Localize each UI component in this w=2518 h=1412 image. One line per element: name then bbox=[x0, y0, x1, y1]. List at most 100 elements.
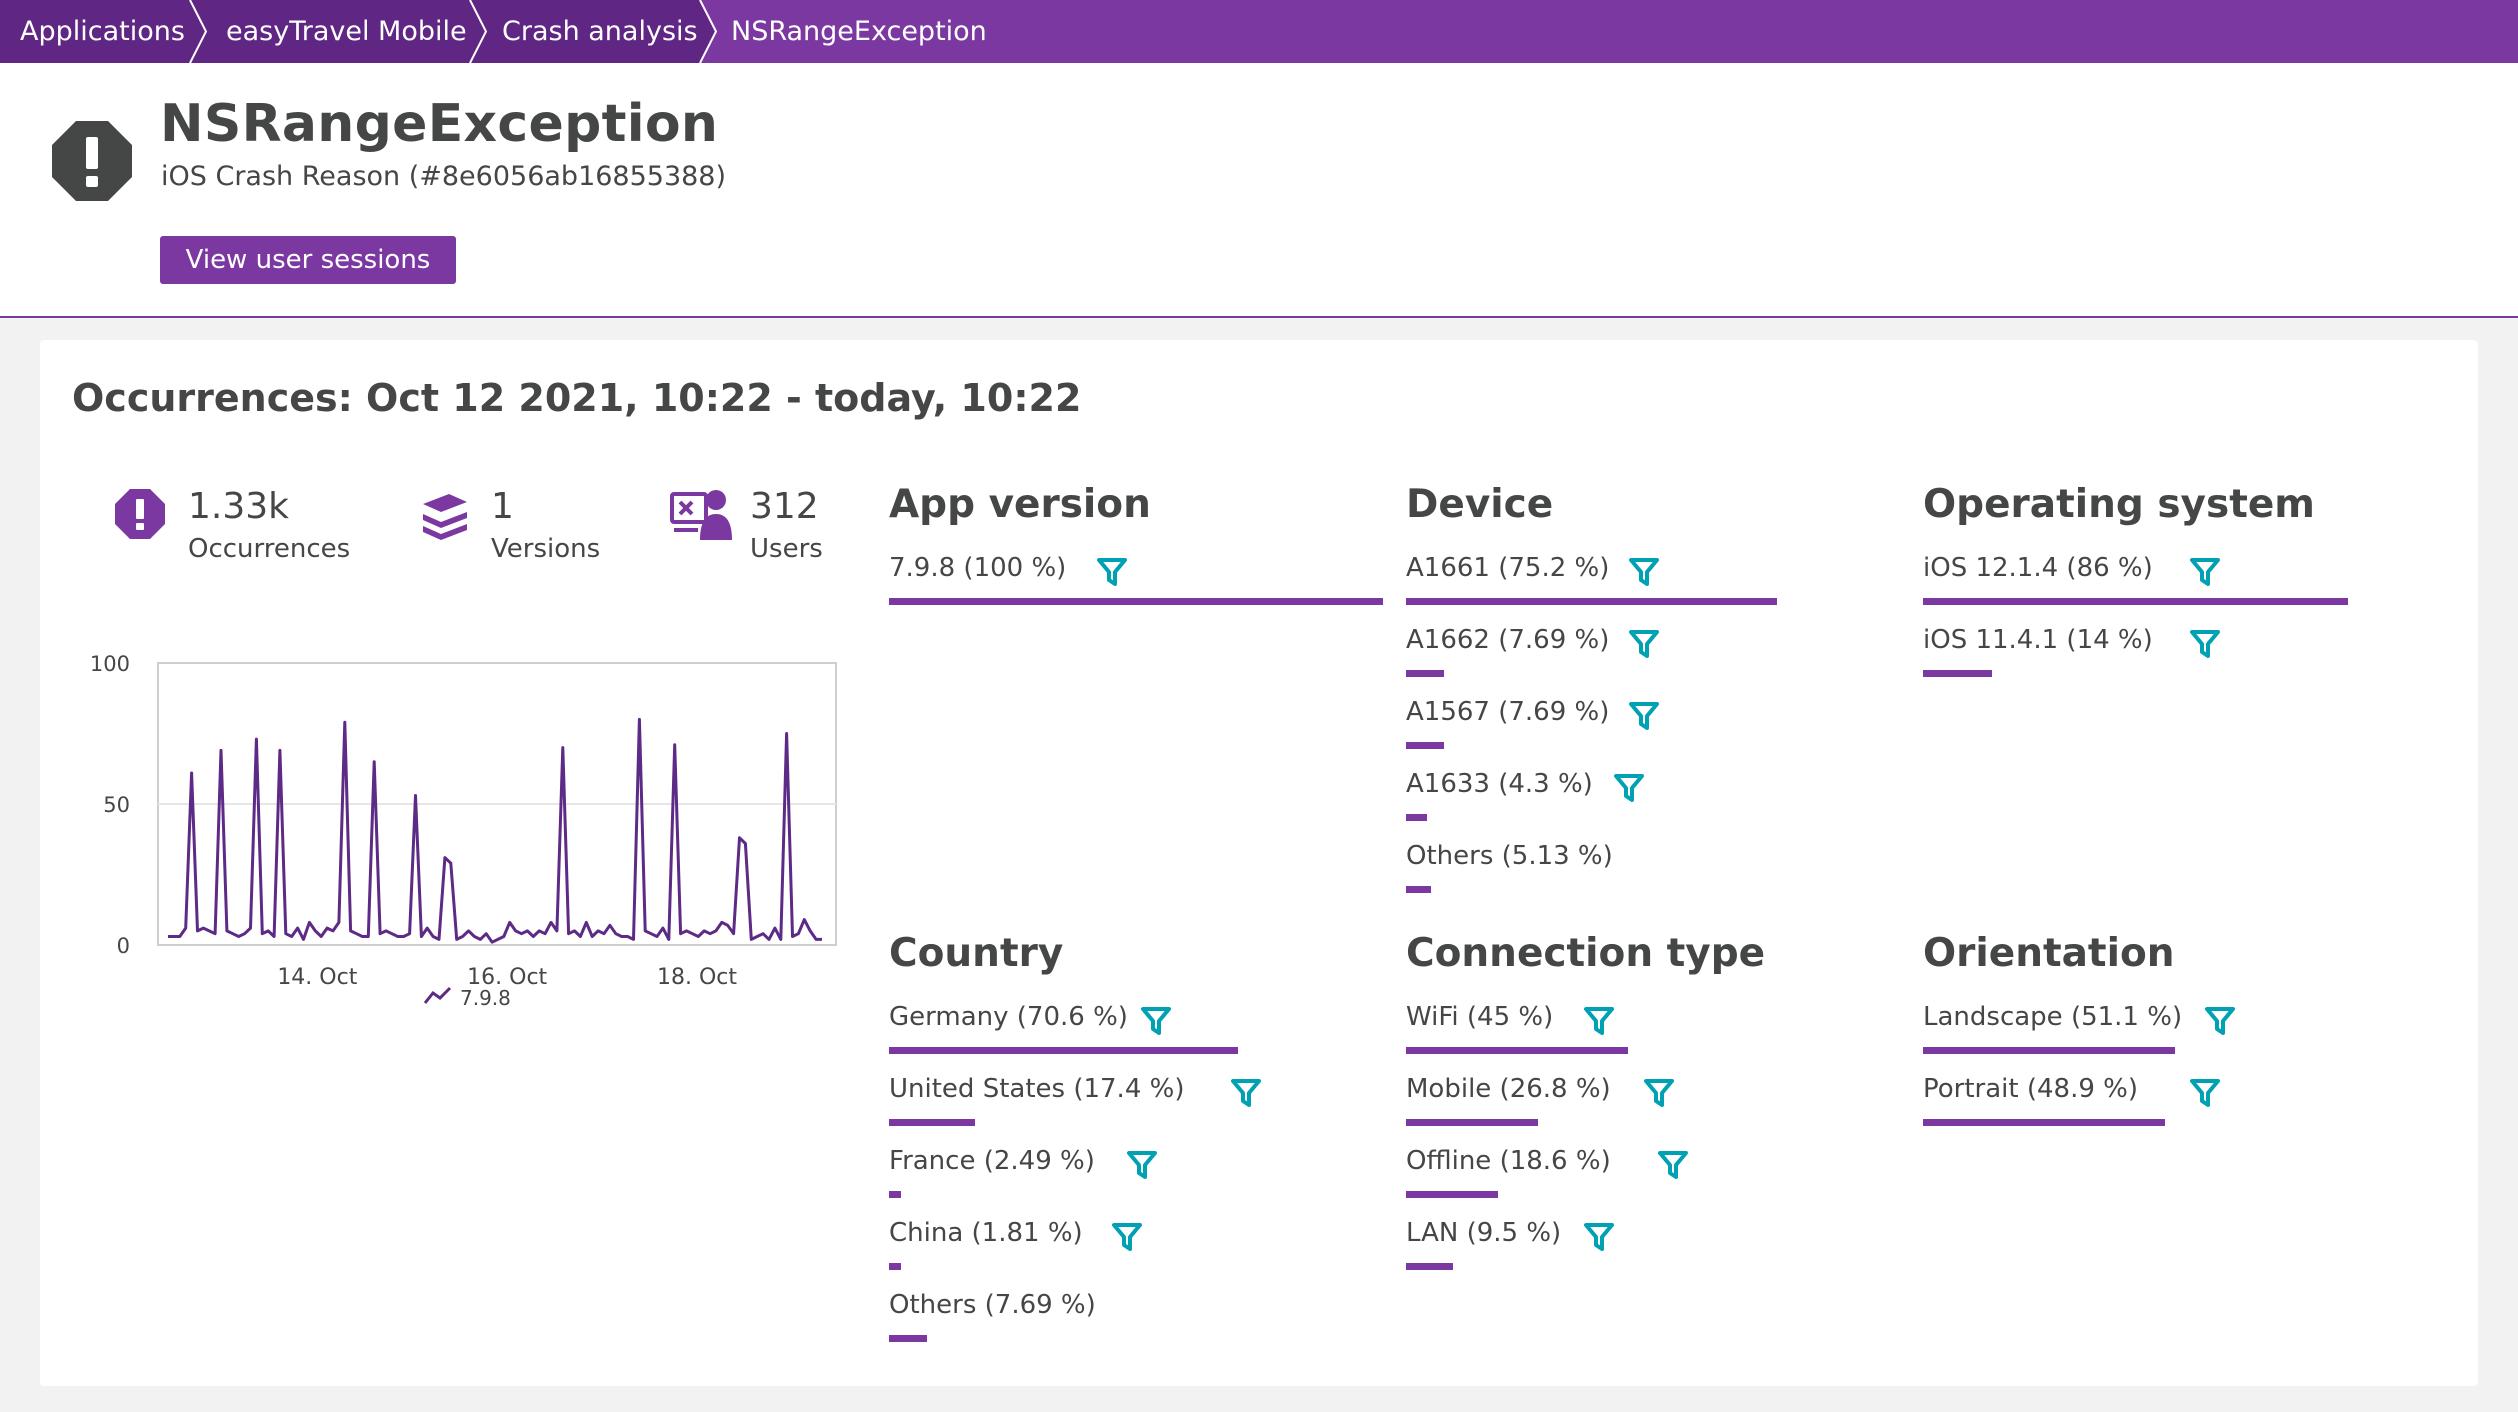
page-header: NSRangeException iOS Crash Reason (#8e60… bbox=[0, 63, 2518, 318]
breakdown-bar bbox=[889, 1119, 975, 1126]
filter-icon[interactable] bbox=[1231, 1079, 1261, 1111]
legend-label: 7.9.8 bbox=[460, 986, 511, 1010]
breakdown-row-label: China (1.81 %) bbox=[889, 1218, 1083, 1248]
section-title: Device bbox=[1406, 482, 1554, 527]
section-title: Country bbox=[889, 931, 1064, 976]
breakdown-row: Others (5.13 %) bbox=[1406, 840, 1926, 900]
section-orientation: Orientation Landscape (51.1 %) Portrait (4… bbox=[1923, 931, 2235, 1126]
legend-line-icon bbox=[423, 986, 452, 1004]
breakdown-bar bbox=[889, 1191, 901, 1198]
stat-versions-label: Versions bbox=[491, 534, 601, 564]
versions-stack-icon bbox=[423, 494, 467, 540]
page-title: NSRangeException bbox=[160, 94, 719, 154]
x-tick-label: 18. Oct bbox=[657, 965, 737, 990]
breakdown-row: A1661 (75.2 %) bbox=[1406, 552, 1926, 612]
breakdown-bar bbox=[1923, 670, 1992, 677]
breakdown-bar bbox=[1406, 814, 1427, 821]
stat-occurrences-value: 1.33k bbox=[188, 486, 290, 527]
breakdown-row: A1567 (7.69 %) bbox=[1406, 696, 1926, 756]
series-line bbox=[168, 717, 822, 944]
breakdown-bar bbox=[1406, 1119, 1538, 1126]
section-device: Device A1661 (75.2 %) A1662 (7.69 %) A1567 … bbox=[1406, 482, 1777, 893]
breakdown-row-label: Mobile (26.8 %) bbox=[1406, 1074, 1611, 1104]
section-title: Connection type bbox=[1406, 931, 1766, 976]
occurrences-card: Occurrences: Oct 12 2021, 10:22 - today,… bbox=[40, 340, 2478, 1386]
breakdown-row: France (2.49 %) bbox=[889, 1145, 1409, 1205]
breakdown-bar bbox=[1923, 1119, 2165, 1126]
filter-icon[interactable] bbox=[1629, 702, 1659, 734]
filter-icon[interactable] bbox=[1127, 1151, 1157, 1183]
occurrences-chart: 05010014. Oct 16. Oct 18. Oct7.9.8 bbox=[90, 652, 837, 1010]
breakdown-row: A1633 (4.3 %) bbox=[1406, 768, 1926, 828]
breakdown-row: WiFi (45 %) bbox=[1406, 1001, 1926, 1061]
section-title: Operating system bbox=[1923, 482, 2315, 527]
breakdown-row-label: A1661 (75.2 %) bbox=[1406, 553, 1610, 583]
breakdown-row: iOS 12.1.4 (86 %) bbox=[1923, 552, 2443, 612]
breakdown-bar bbox=[889, 1335, 927, 1342]
filter-icon[interactable] bbox=[2190, 630, 2220, 662]
breakdown-row: Landscape (51.1 %) bbox=[1923, 1001, 2443, 1061]
y-tick-label: 0 bbox=[117, 934, 130, 958]
stat-versions-value: 1 bbox=[491, 486, 514, 527]
page-subtitle: iOS Crash Reason (#8e6056ab16855388) bbox=[161, 161, 727, 192]
exclamation-octagon-icon bbox=[52, 121, 132, 201]
breakdown-row: Germany (70.6 %) bbox=[889, 1001, 1409, 1061]
filter-icon[interactable] bbox=[1614, 774, 1644, 806]
breakdown-row-label: iOS 12.1.4 (86 %) bbox=[1923, 553, 2153, 583]
filter-icon[interactable] bbox=[1097, 558, 1127, 590]
filter-icon[interactable] bbox=[1141, 1007, 1171, 1039]
breakdown-row: LAN (9.5 %) bbox=[1406, 1217, 1926, 1277]
stat-occurrences-label: Occurrences bbox=[188, 534, 351, 564]
filter-icon[interactable] bbox=[2190, 1079, 2220, 1111]
breakdown-row: Offline (18.6 %) bbox=[1406, 1145, 1926, 1205]
filter-icon[interactable] bbox=[1584, 1223, 1614, 1255]
breakdown-bar bbox=[1406, 742, 1444, 749]
filter-icon[interactable] bbox=[1629, 630, 1659, 662]
view-user-sessions-button[interactable]: View user sessions bbox=[160, 236, 456, 284]
section-app-version: App version 7.9.8 (100 %) bbox=[889, 482, 1383, 605]
y-tick-label: 100 bbox=[90, 652, 130, 676]
section-connection-type: Connection type WiFi (45 %) Mobile (26.8 %… bbox=[1406, 931, 1766, 1270]
section-operating-system: Operating system iOS 12.1.4 (86 %) iOS 11.… bbox=[1923, 482, 2348, 677]
breakdown-bar bbox=[889, 1263, 901, 1270]
filter-icon[interactable] bbox=[2205, 1007, 2235, 1039]
breakdown-row-label: Landscape (51.1 %) bbox=[1923, 1002, 2183, 1032]
breakdown-row-label: LAN (9.5 %) bbox=[1406, 1218, 1562, 1248]
filter-icon[interactable] bbox=[1644, 1079, 1674, 1111]
filter-icon[interactable] bbox=[1658, 1151, 1688, 1183]
filter-icon[interactable] bbox=[1584, 1007, 1614, 1039]
breakdown-row-label: Others (5.13 %) bbox=[1406, 841, 1613, 871]
breakdown-row-label: iOS 11.4.1 (14 %) bbox=[1923, 625, 2153, 655]
stat-users-value: 312 bbox=[750, 486, 819, 527]
breakdown-row-label: A1662 (7.69 %) bbox=[1406, 625, 1610, 655]
breakdown-bar bbox=[1406, 886, 1431, 893]
stat-users-label: Users bbox=[750, 534, 823, 564]
breakdown-row-label: United States (17.4 %) bbox=[889, 1074, 1185, 1104]
breakdown-row-label: Offline (18.6 %) bbox=[1406, 1146, 1611, 1176]
breakdown-row: Mobile (26.8 %) bbox=[1406, 1073, 1926, 1133]
breadcrumb: Applications easyTravel Mobile Crash ana… bbox=[0, 0, 2518, 63]
breakdown-bar bbox=[1406, 1047, 1628, 1054]
breakdown-bar bbox=[1406, 1263, 1453, 1270]
x-tick-label: 14. Oct bbox=[277, 965, 357, 990]
breakdown-row-label: Others (7.69 %) bbox=[889, 1290, 1096, 1320]
breakdown-row-label: WiFi (45 %) bbox=[1406, 1002, 1554, 1032]
breakdown-row-label: A1633 (4.3 %) bbox=[1406, 769, 1593, 799]
breakdown-row-label: 7.9.8 (100 %) bbox=[889, 553, 1067, 583]
filter-icon[interactable] bbox=[1629, 558, 1659, 590]
breakdown-bar bbox=[1406, 598, 1777, 605]
breakdown-row-label: A1567 (7.69 %) bbox=[1406, 697, 1610, 727]
breakdown-bar bbox=[1923, 1047, 2175, 1054]
crash-icon bbox=[115, 489, 165, 539]
breakdown-row: United States (17.4 %) bbox=[889, 1073, 1409, 1133]
section-title: App version bbox=[889, 482, 1151, 527]
breakdown-bar bbox=[889, 1047, 1238, 1054]
breakdown-row-label: France (2.49 %) bbox=[889, 1146, 1095, 1176]
section-title: Orientation bbox=[1923, 931, 2175, 976]
filter-icon[interactable] bbox=[2190, 558, 2220, 590]
filter-icon[interactable] bbox=[1112, 1223, 1142, 1255]
breakdown-row: 7.9.8 (100 %) bbox=[889, 552, 1409, 612]
breakdown-row-label: Germany (70.6 %) bbox=[889, 1002, 1128, 1032]
section-country: Country Germany (70.6 %) United States (17… bbox=[889, 931, 1261, 1342]
breakdown-bar bbox=[1406, 1191, 1498, 1198]
